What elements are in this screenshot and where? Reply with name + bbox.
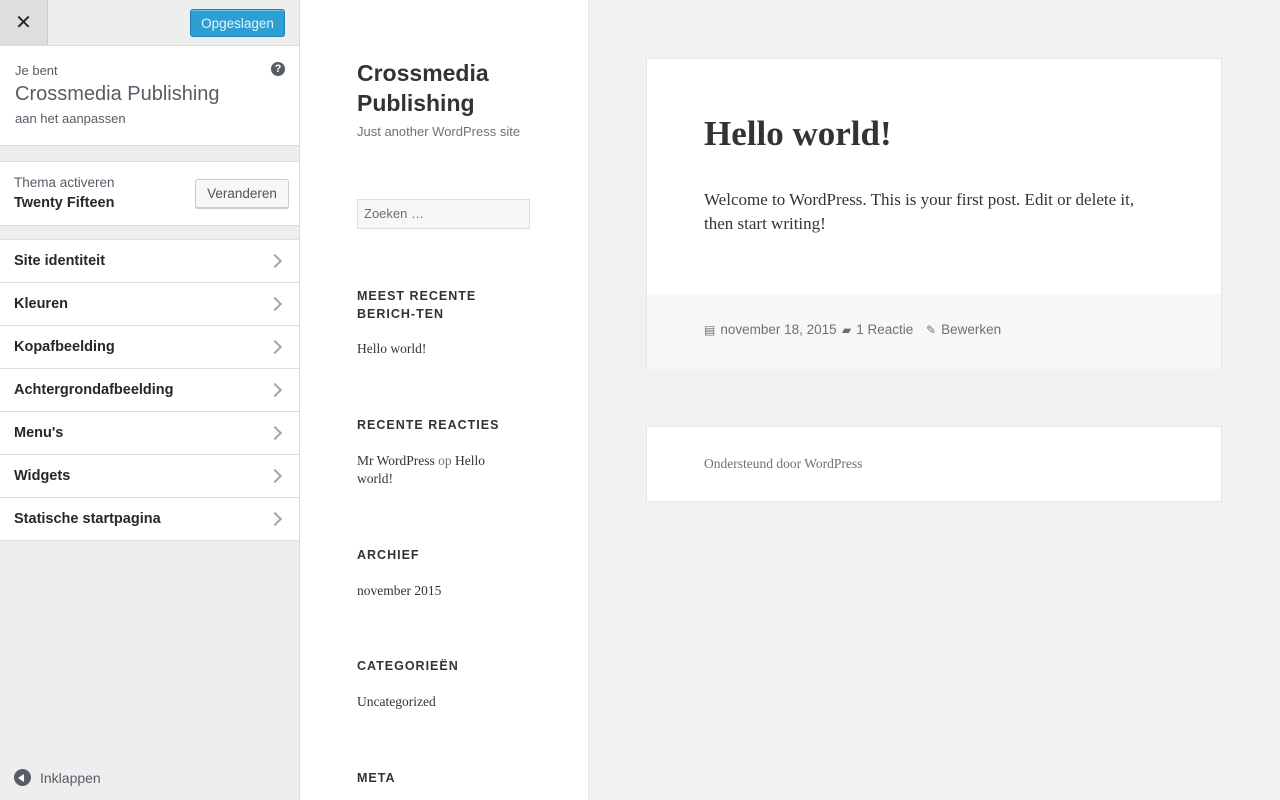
chevron-right-icon — [267, 296, 283, 312]
recent-comment: Mr WordPress op Hello world! — [357, 452, 507, 488]
recent-post-link[interactable]: Hello world! — [357, 340, 532, 358]
post-comments-link[interactable]: ▰ 1 Reactie — [842, 322, 913, 337]
help-icon[interactable]: ? — [271, 62, 285, 76]
section-label: Statische startpagina — [14, 511, 161, 527]
chevron-right-icon — [267, 468, 283, 484]
collapse-button[interactable]: Inklappen — [14, 769, 101, 786]
comment-icon: ▰ — [842, 322, 852, 337]
site-title[interactable]: Crossmedia Publishing — [357, 58, 557, 118]
section-site-identity[interactable]: Site identiteit — [0, 240, 299, 283]
widget-title-meta: META — [357, 771, 396, 785]
category-link[interactable]: Uncategorized — [357, 693, 532, 711]
section-label: Widgets — [14, 468, 71, 484]
customizing-site-name: Crossmedia Publishing — [15, 83, 220, 105]
post-title[interactable]: Hello world! — [704, 114, 892, 154]
post-comments-label: 1 Reactie — [856, 322, 914, 337]
section-header-image[interactable]: Kopafbeelding — [0, 326, 299, 369]
widget-title-recent-posts: MEEST RECENTE BERICH-TEN — [357, 289, 477, 321]
info-suffix: aan het aanpassen — [15, 111, 126, 126]
section-menus[interactable]: Menu's — [0, 412, 299, 455]
customizer-sections: Site identiteit Kleuren Kopafbeelding Ac… — [0, 239, 299, 541]
post-date-label: november 18, 2015 — [720, 322, 837, 337]
pencil-icon: ✎ — [926, 322, 937, 337]
widget-title-recent-comments: RECENTE REACTIES — [357, 418, 500, 432]
widget-title-archive: ARCHIEF — [357, 548, 420, 562]
customizer-info: Je bent Crossmedia Publishing aan het aa… — [0, 46, 299, 146]
close-icon[interactable]: ✕ — [0, 0, 48, 45]
info-prefix: Je bent — [15, 63, 58, 78]
site-sidebar: Crossmedia Publishing Just another WordP… — [300, 0, 589, 800]
post-edit-link[interactable]: ✎ Bewerken — [926, 322, 1001, 337]
section-label: Site identiteit — [14, 253, 106, 269]
chevron-right-icon — [267, 511, 283, 527]
post-article: Hello world! Welcome to WordPress. This … — [646, 58, 1222, 369]
section-label: Kleuren — [14, 296, 68, 312]
section-colors[interactable]: Kleuren — [0, 283, 299, 326]
post-footer: ▤ november 18, 2015 ▰ 1 Reactie ✎ Bewerk… — [647, 294, 1221, 369]
post-edit-label: Bewerken — [941, 322, 1002, 337]
post-date[interactable]: ▤ november 18, 2015 — [704, 322, 837, 337]
site-description: Just another WordPress site — [357, 124, 521, 139]
section-label: Achtergrondafbeelding — [14, 382, 174, 398]
section-label: Kopafbeelding — [14, 339, 115, 355]
search-input[interactable]: Zoeken … — [357, 199, 530, 229]
theme-label: Thema activeren — [14, 175, 115, 190]
section-background-image[interactable]: Achtergrondafbeelding — [0, 369, 299, 412]
section-static-front-page[interactable]: Statische startpagina — [0, 498, 299, 541]
chevron-right-icon — [267, 339, 283, 355]
comment-author-link[interactable]: Mr WordPress — [357, 453, 435, 468]
archive-link[interactable]: november 2015 — [357, 582, 532, 600]
site-footer: Ondersteund door WordPress — [646, 426, 1222, 502]
change-theme-button[interactable]: Veranderen — [195, 179, 289, 208]
calendar-icon: ▤ — [704, 322, 716, 337]
post-content: Welcome to WordPress. This is your first… — [704, 190, 1135, 233]
section-widgets[interactable]: Widgets — [0, 455, 299, 498]
chevron-right-icon — [267, 253, 283, 269]
collapse-arrow-icon — [14, 769, 31, 786]
section-label: Menu's — [14, 425, 64, 441]
chevron-right-icon — [267, 425, 283, 441]
theme-name: Twenty Fifteen — [14, 195, 115, 211]
comment-op: op — [438, 453, 452, 468]
save-button[interactable]: Opgeslagen — [190, 9, 285, 37]
theme-panel: Thema activeren Twenty Fifteen Verandere… — [0, 161, 299, 226]
customizer-sidebar: ✕ Opgeslagen Je bent Crossmedia Publishi… — [0, 0, 300, 800]
widget-title-categories: CATEGORIEËN — [357, 659, 459, 673]
chevron-right-icon — [267, 382, 283, 398]
collapse-label: Inklappen — [40, 769, 101, 786]
footer-credit-link[interactable]: Ondersteund door WordPress — [704, 456, 862, 472]
customizer-header: ✕ Opgeslagen — [0, 0, 299, 46]
